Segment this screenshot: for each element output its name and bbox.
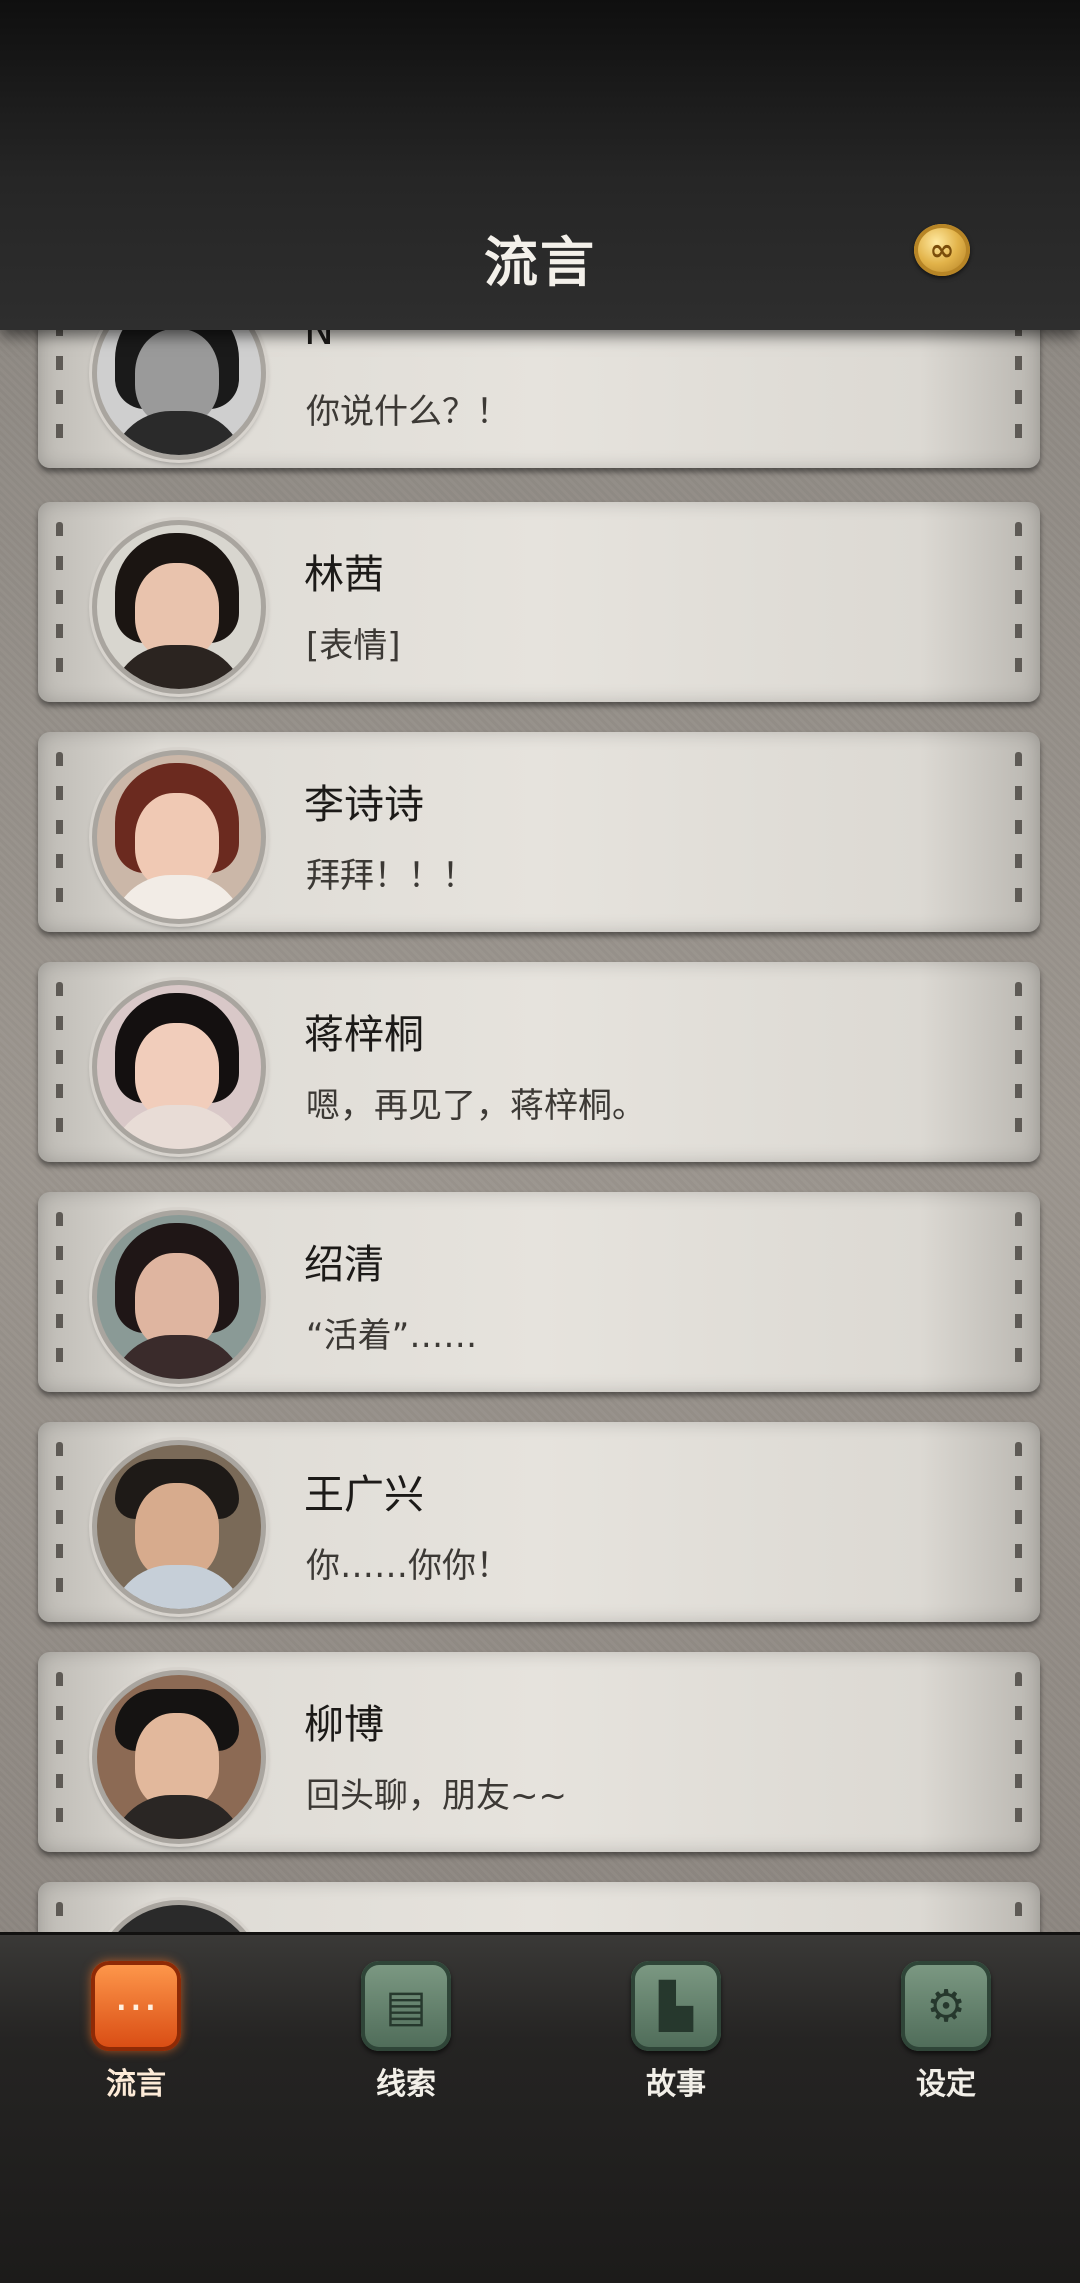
last-message: 拜拜！！！ — [306, 856, 476, 896]
tab-settings[interactable]: ⚙ 设定 — [856, 1961, 1036, 2102]
stitch-decoration — [56, 1672, 63, 1832]
bottom-tab-bar: ⋯ 流言 ▤ 线索 ▙ 故事 ⚙ 设定 — [0, 1932, 1080, 2283]
tab-story[interactable]: ▙ 故事 — [586, 1961, 766, 2102]
avatar — [92, 1440, 266, 1614]
tab-label: 线索 — [376, 2067, 436, 2102]
stitch-decoration — [56, 982, 63, 1142]
last-message: “活着”…… — [306, 1316, 478, 1356]
last-message: 你说什么？！ — [306, 392, 510, 432]
contact-name: 王广兴 — [304, 1472, 424, 1518]
last-message: [表情] — [306, 626, 401, 666]
stitch-decoration — [56, 1442, 63, 1602]
contact-name: 蒋梓桐 — [304, 1012, 424, 1058]
tab-rumors[interactable]: ⋯ 流言 — [46, 1961, 226, 2102]
contact-name: 柳博 — [304, 1702, 384, 1748]
tab-label: 设定 — [916, 2067, 976, 2102]
avatar — [92, 750, 266, 924]
last-message: 回头聊，朋友~~ — [306, 1776, 567, 1816]
conversation-item-jiang-zitong[interactable]: 蒋梓桐 嗯，再见了，蒋梓桐。 — [38, 962, 1040, 1162]
infinity-coin-icon[interactable]: ∞ — [914, 224, 970, 276]
stitch-decoration — [1015, 330, 1022, 448]
avatar — [92, 1670, 266, 1844]
stitch-decoration — [1015, 522, 1022, 682]
avatar — [92, 1210, 266, 1384]
stitch-decoration — [56, 1212, 63, 1372]
stitch-decoration — [56, 752, 63, 912]
avatar — [92, 980, 266, 1154]
contact-name: N — [304, 330, 334, 354]
conversation-item-shao-qing[interactable]: 绍清 “活着”…… — [38, 1192, 1040, 1392]
stitch-decoration — [56, 1902, 63, 1932]
last-message: 嗯，再见了，蒋梓桐。 — [306, 1086, 646, 1126]
tab-clues[interactable]: ▤ 线索 — [316, 1961, 496, 2102]
gear-icon: ⚙ — [901, 1961, 991, 2051]
stitch-decoration — [1015, 982, 1022, 1142]
stitch-decoration — [1015, 1672, 1022, 1832]
story-flag-icon: ▙ — [631, 1961, 721, 2051]
stitch-decoration — [1015, 752, 1022, 912]
conversation-item-n[interactable]: N 你说什么？！ — [38, 330, 1040, 468]
top-header: 流言 ∞ — [0, 0, 1080, 330]
conversation-item-li-shishi[interactable]: 李诗诗 拜拜！！！ — [38, 732, 1040, 932]
conversation-list[interactable]: N 你说什么？！ 林茜 [表情] 李诗诗 拜拜！！！ 蒋梓桐 嗯，再见了，蒋梓桐… — [0, 330, 1080, 1932]
tab-label: 故事 — [646, 2067, 706, 2102]
conversation-item-lin-xi[interactable]: 林茜 [表情] — [38, 502, 1040, 702]
stitch-decoration — [56, 330, 63, 448]
chat-bubble-icon: ⋯ — [91, 1961, 181, 2051]
last-message: 你……你你！ — [306, 1546, 510, 1586]
stitch-decoration — [1015, 1902, 1022, 1932]
avatar — [92, 330, 266, 460]
avatar — [92, 1900, 266, 1932]
contact-name: 李诗诗 — [304, 782, 424, 828]
conversation-item-partial[interactable] — [38, 1882, 1040, 1932]
contact-name: 林茜 — [304, 552, 384, 598]
stitch-decoration — [56, 522, 63, 682]
conversation-item-wang-guangxing[interactable]: 王广兴 你……你你！ — [38, 1422, 1040, 1622]
stitch-decoration — [1015, 1212, 1022, 1372]
contact-name: 绍清 — [304, 1242, 384, 1288]
tab-label: 流言 — [106, 2067, 166, 2102]
conversation-item-liu-bo[interactable]: 柳博 回头聊，朋友~~ — [38, 1652, 1040, 1852]
clue-paper-icon: ▤ — [361, 1961, 451, 2051]
stitch-decoration — [1015, 1442, 1022, 1602]
avatar — [92, 520, 266, 694]
